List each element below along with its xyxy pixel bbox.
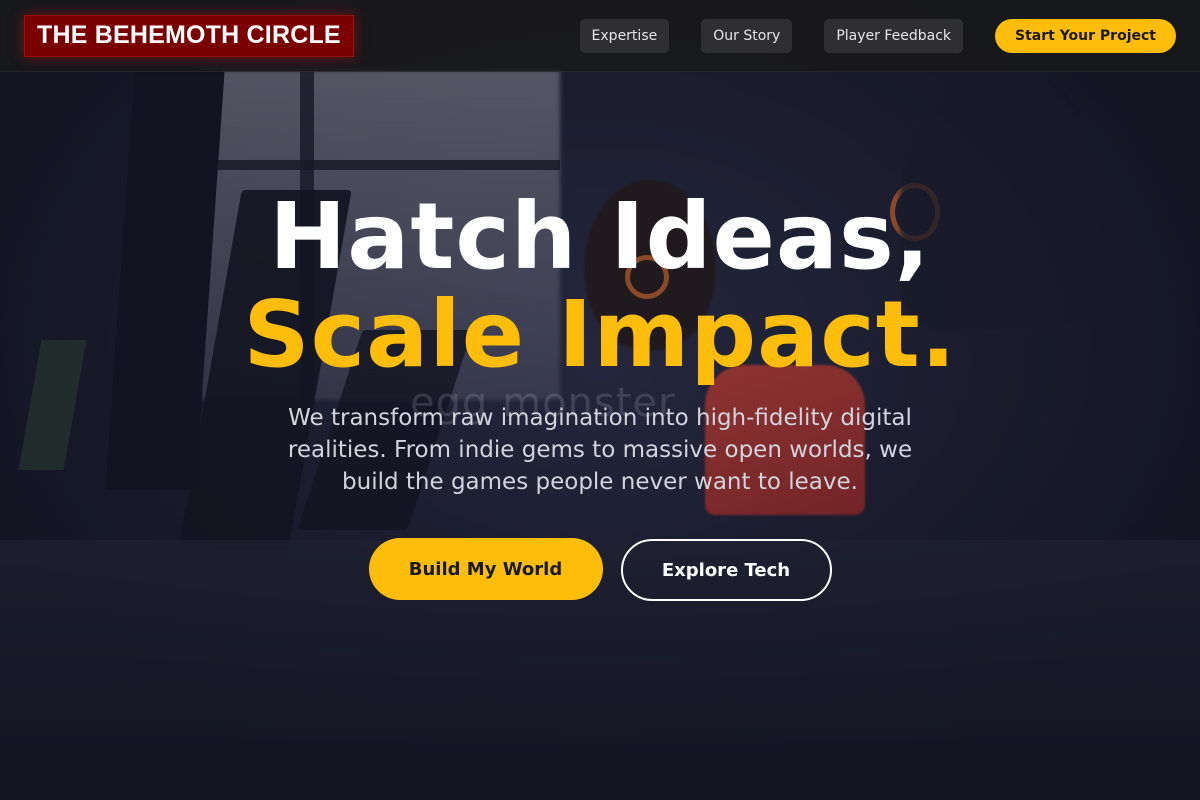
start-project-button[interactable]: Start Your Project [995, 18, 1176, 53]
explore-tech-button[interactable]: Explore Tech [620, 539, 832, 601]
headline-line-2: Scale Impact. [243, 281, 957, 388]
hero-headline: Hatch Ideas, Scale Impact. [0, 188, 1200, 384]
nav-link-our-story[interactable]: Our Story [701, 18, 793, 53]
hero-section: Hatch Ideas, Scale Impact. We transform … [0, 188, 1200, 601]
build-my-world-button[interactable]: Build My World [368, 538, 603, 600]
hero-cta-row: Build My World Explore Tech [0, 538, 1200, 601]
top-navigation-bar: THE BEHEMOTH CIRCLE Expertise Our Story … [0, 0, 1200, 72]
nav-links: Expertise Our Story Player Feedback Star… [579, 18, 1176, 53]
headline-line-1: Hatch Ideas, [269, 183, 931, 290]
brand-logo[interactable]: THE BEHEMOTH CIRCLE [24, 14, 354, 57]
hero-subtitle: We transform raw imagination into high-f… [287, 405, 913, 495]
nav-link-expertise[interactable]: Expertise [579, 18, 670, 53]
nav-link-player-feedback[interactable]: Player Feedback [824, 18, 964, 53]
